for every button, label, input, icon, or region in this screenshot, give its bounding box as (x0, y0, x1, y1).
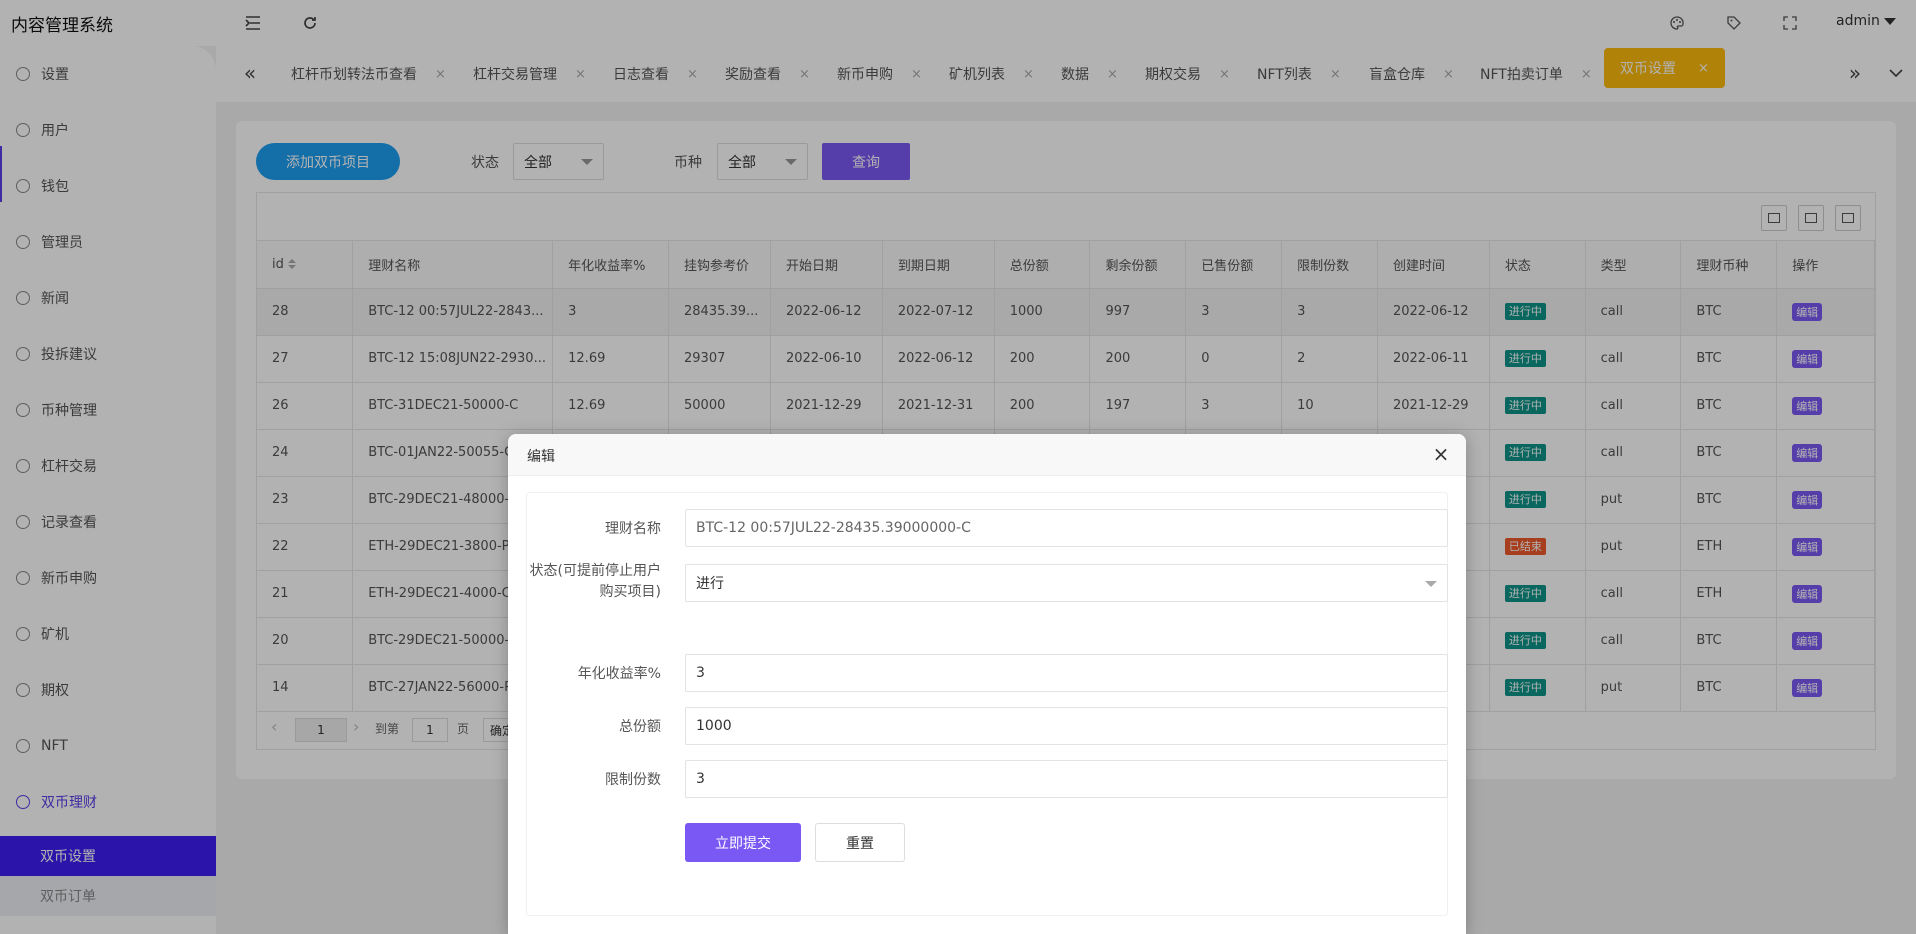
field-label: 总份额 (619, 719, 661, 735)
field-label: 年化收益率% (577, 666, 661, 682)
dialog-header: 编辑 × (508, 434, 1466, 476)
annual-yield-input[interactable]: 3 (685, 654, 1448, 692)
total-shares-input[interactable]: 1000 (685, 707, 1448, 745)
submit-button[interactable]: 立即提交 (685, 823, 801, 862)
edit-form: 理财名称 BTC-12 00:57JUL22-28435.39000000-C … (526, 492, 1448, 916)
edit-dialog: 编辑 × 理财名称 BTC-12 00:57JUL22-28435.390000… (508, 434, 1466, 934)
status-select-value: 进行 (696, 576, 724, 592)
caret-down-icon (1425, 581, 1437, 587)
status-select[interactable]: 进行 (685, 564, 1448, 602)
field-label: 状态(可提前停止用户购买项目) (529, 563, 661, 600)
field-label: 限制份数 (605, 772, 661, 788)
close-icon[interactable]: × (1430, 442, 1452, 466)
limit-shares-input[interactable]: 3 (685, 760, 1448, 798)
dialog-title: 编辑 (527, 449, 555, 465)
field-label: 理财名称 (605, 521, 661, 537)
product-name-input[interactable]: BTC-12 00:57JUL22-28435.39000000-C (685, 509, 1448, 547)
reset-button[interactable]: 重置 (815, 823, 905, 862)
